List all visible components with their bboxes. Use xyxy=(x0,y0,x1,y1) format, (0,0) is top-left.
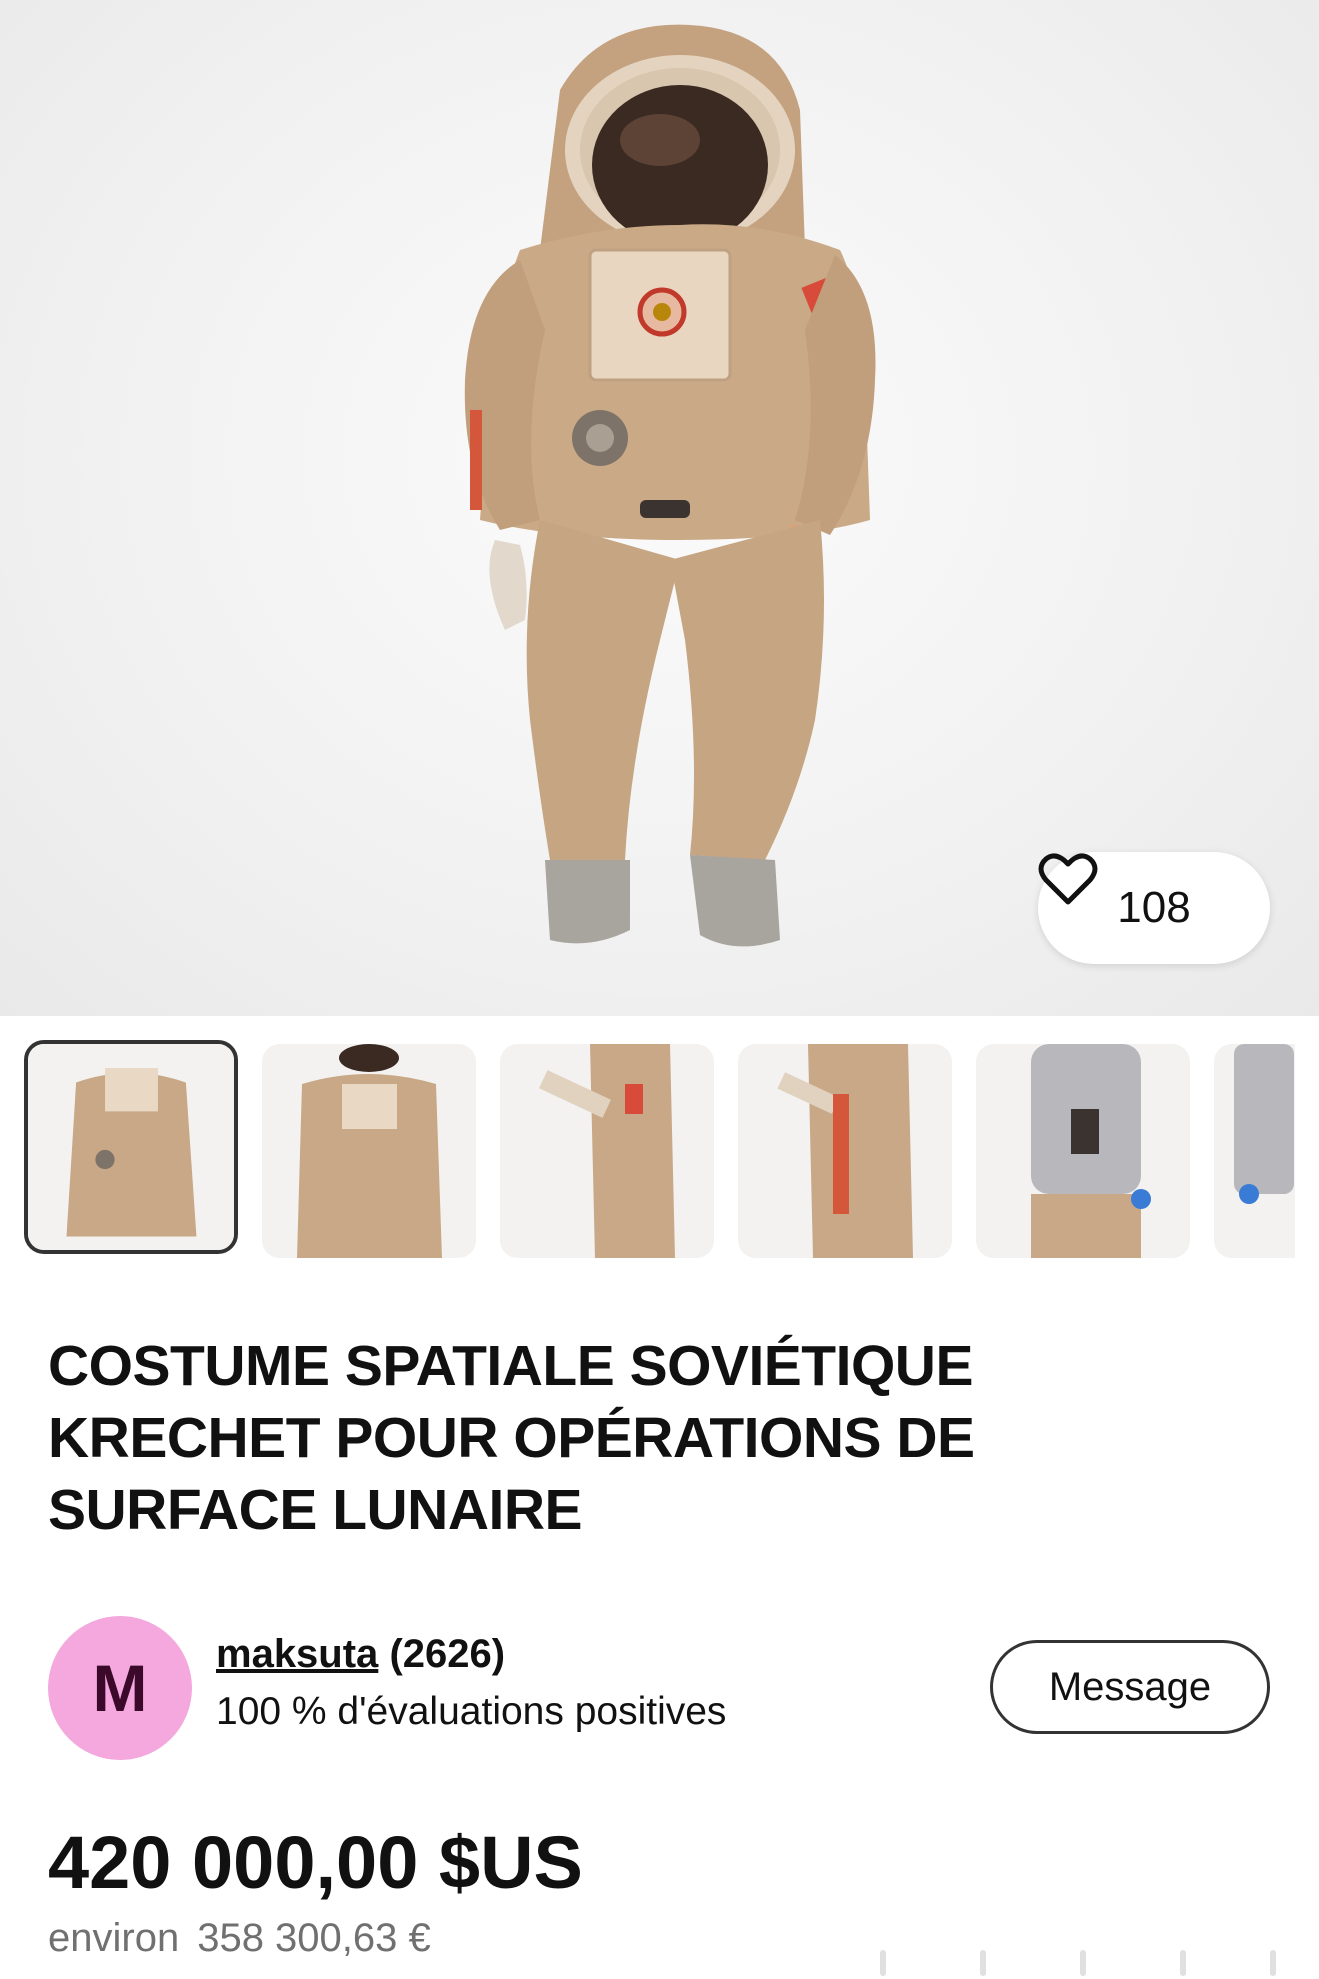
seller-feedback-count: (2626) xyxy=(389,1632,506,1676)
like-count: 108 xyxy=(1117,883,1191,932)
listing-title: COSTUME SPATIALE SOVIÉTIQUE KRECHET POUR… xyxy=(48,1334,975,1542)
thumbnail-3[interactable] xyxy=(500,1044,714,1258)
approx-label: environ xyxy=(48,1916,180,1960)
thumbnail-strip[interactable] xyxy=(24,1040,1295,1258)
seller-info: maksuta (2626) xyxy=(216,1632,505,1677)
like-button[interactable]: 108 xyxy=(1038,852,1270,964)
thumbnail-6[interactable] xyxy=(1214,1044,1295,1258)
seller-name-link[interactable]: maksuta xyxy=(216,1632,378,1676)
page-indicator xyxy=(880,1950,1276,1976)
thumbnail-5[interactable] xyxy=(976,1044,1190,1258)
thumbnail-1[interactable] xyxy=(24,1040,238,1254)
message-button[interactable]: Message xyxy=(990,1640,1270,1734)
seller-feedback-rate: 100 % d'évaluations positives xyxy=(216,1690,727,1733)
thumbnail-2[interactable] xyxy=(262,1044,476,1258)
seller-avatar[interactable]: M xyxy=(48,1616,192,1760)
approx-price: environ 358 300,63 € xyxy=(48,1916,431,1961)
heart-icon xyxy=(1038,853,1098,905)
listing-price: 420 000,00 $US xyxy=(48,1821,583,1904)
approx-value: 358 300,63 € xyxy=(197,1916,431,1960)
avatar-letter: M xyxy=(92,1651,148,1725)
product-main-image[interactable]: 108 xyxy=(0,0,1319,1016)
thumbnail-4[interactable] xyxy=(738,1044,952,1258)
